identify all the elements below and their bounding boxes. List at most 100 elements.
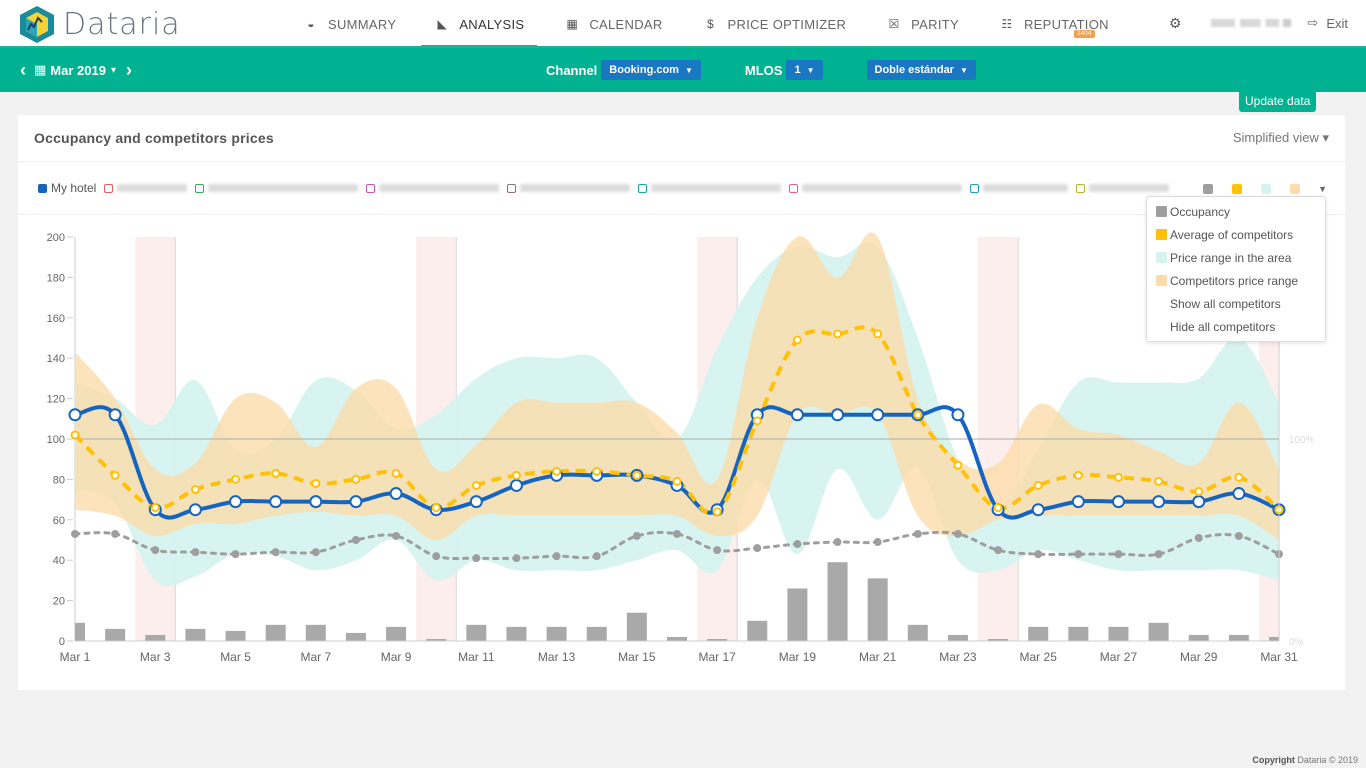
occupancy-bar xyxy=(305,624,326,641)
my-hotel-point xyxy=(229,495,243,509)
occupancy-bar xyxy=(1068,626,1089,641)
menu-item-average-of-competitors[interactable]: Average of competitors xyxy=(1147,223,1325,246)
x-tick-label: Mar 9 xyxy=(381,650,412,664)
avg-competitors-point xyxy=(511,470,521,480)
my-hotel-point xyxy=(1232,487,1246,501)
my-hotel-point xyxy=(108,408,122,422)
avg-competitors-point xyxy=(190,485,200,494)
y-tick-label: 140 xyxy=(47,353,65,365)
occupancy-point xyxy=(592,552,601,561)
my-hotel-point xyxy=(269,495,283,509)
occupancy-bar xyxy=(867,578,888,641)
occupancy-bar xyxy=(145,634,166,641)
my-hotel-point xyxy=(188,503,202,517)
series-menu: Occupancy Average of competitors Price ran… xyxy=(1146,196,1326,342)
avg-competitors-point xyxy=(833,329,843,339)
x-tick-label: Mar 1 xyxy=(60,650,91,664)
occupancy-bar xyxy=(506,626,527,641)
y-tick-label: 160 xyxy=(47,313,65,325)
menu-item-hide-all-competitors[interactable]: Hide all competitors xyxy=(1147,315,1325,338)
occupancy-bar xyxy=(466,624,487,641)
occupancy-point xyxy=(953,529,962,538)
occupancy-bar xyxy=(947,634,968,641)
x-tick-label: Mar 3 xyxy=(140,650,171,664)
y-tick-label: 180 xyxy=(47,272,65,284)
menu-item-price-range-in-the-area[interactable]: Price range in the area xyxy=(1147,246,1325,269)
menu-swatch xyxy=(1156,275,1167,286)
occupancy-bar xyxy=(626,612,647,641)
my-hotel-point xyxy=(790,408,804,422)
menu-swatch xyxy=(1156,206,1167,217)
my-hotel-point xyxy=(1111,495,1125,509)
occupancy-bar xyxy=(1148,622,1169,641)
occupancy-point xyxy=(351,536,360,544)
avg-competitors-point xyxy=(311,478,321,488)
x-tick-label: Mar 29 xyxy=(1180,650,1218,664)
occupancy-point xyxy=(311,548,320,557)
occupancy-point xyxy=(392,531,401,540)
x-tick-label: Mar 31 xyxy=(1260,650,1298,664)
occupancy-bar xyxy=(225,630,246,641)
menu-item-occupancy[interactable]: Occupancy xyxy=(1147,200,1325,223)
my-hotel-point xyxy=(831,408,845,422)
my-hotel-point xyxy=(68,408,82,422)
x-tick-label: Mar 21 xyxy=(859,650,897,664)
x-tick-label: Mar 15 xyxy=(618,650,656,664)
occupancy-bar xyxy=(386,626,407,641)
y-tick-label: 40 xyxy=(53,555,65,567)
occupancy-bar xyxy=(907,624,928,641)
y-tick-label: 20 xyxy=(53,596,65,608)
my-hotel-point xyxy=(1071,495,1085,509)
menu-item-label: Average of competitors xyxy=(1170,227,1294,242)
x-tick-label: Mar 13 xyxy=(538,650,576,664)
occupancy-point xyxy=(111,529,120,538)
my-hotel-point xyxy=(349,495,363,509)
occupancy-point xyxy=(1154,550,1163,559)
occupancy-bar xyxy=(1108,626,1129,641)
avg-competitors-point xyxy=(1073,470,1083,480)
occupancy-bar xyxy=(1228,634,1249,641)
occupancy-point xyxy=(673,529,681,538)
x-tick-label: Mar 17 xyxy=(698,650,736,664)
menu-item-show-all-competitors[interactable]: Show all competitors xyxy=(1147,292,1325,315)
avg-competitors-point xyxy=(993,503,1003,513)
y2-tick-label: 100% xyxy=(1289,435,1315,446)
occupancy-bar xyxy=(586,626,607,641)
avg-competitors-point xyxy=(913,410,923,420)
avg-competitors-point xyxy=(231,474,241,484)
my-hotel-point xyxy=(1192,495,1206,509)
menu-item-label: Hide all competitors xyxy=(1170,319,1276,334)
x-tick-label: Mar 19 xyxy=(779,650,817,664)
avg-competitors-point xyxy=(1194,487,1204,497)
occupancy-point xyxy=(1074,550,1083,559)
avg-competitors-point xyxy=(552,466,562,476)
avg-competitors-point xyxy=(873,329,883,339)
occupancy-point xyxy=(994,546,1003,555)
avg-competitors-point xyxy=(1154,476,1164,486)
avg-competitors-point xyxy=(110,470,120,480)
occupancy-point xyxy=(873,538,882,547)
y-tick-label: 100 xyxy=(47,434,65,446)
menu-item-competitors-price-range[interactable]: Competitors price range xyxy=(1147,269,1325,292)
avg-competitors-point xyxy=(351,474,361,484)
occupancy-point xyxy=(472,554,481,563)
occupancy-bar xyxy=(1269,636,1279,641)
my-hotel-point xyxy=(1152,495,1166,509)
avg-competitors-point xyxy=(752,416,762,426)
occupancy-point xyxy=(1234,531,1243,540)
my-hotel-point xyxy=(389,487,403,501)
occupancy-bar xyxy=(1188,634,1209,641)
x-tick-label: Mar 25 xyxy=(1020,650,1058,664)
x-tick-label: Mar 7 xyxy=(300,650,331,664)
avg-competitors-point xyxy=(391,468,401,478)
avg-competitors-point xyxy=(792,335,802,345)
x-tick-label: Mar 27 xyxy=(1100,650,1138,664)
occupancy-bar xyxy=(827,562,848,641)
x-tick-label: Mar 11 xyxy=(458,650,495,664)
menu-swatch xyxy=(1156,229,1167,240)
avg-competitors-point xyxy=(1033,480,1043,490)
menu-item-label: Price range in the area xyxy=(1170,250,1292,265)
menu-swatch xyxy=(1156,252,1167,263)
my-hotel-point xyxy=(309,495,323,509)
occupancy-bar xyxy=(75,622,85,641)
